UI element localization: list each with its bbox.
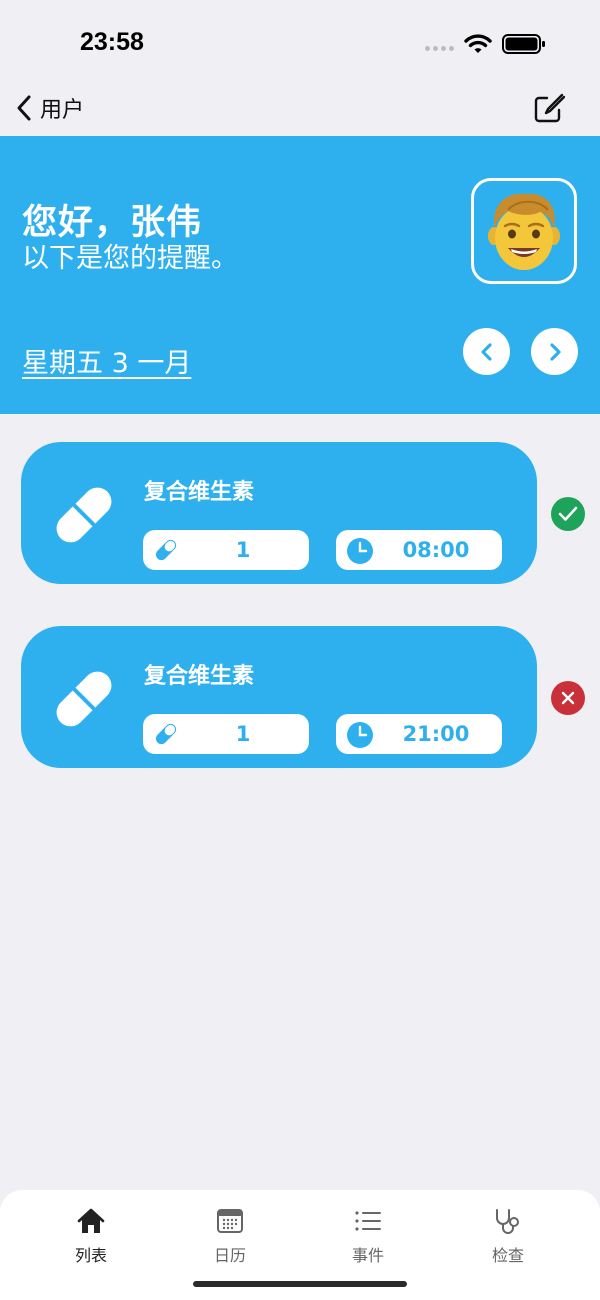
- dose-value: 1: [235, 722, 251, 746]
- home-indicator[interactable]: [193, 1281, 407, 1287]
- previous-day-button[interactable]: [463, 328, 510, 375]
- tab-events[interactable]: 事件: [318, 1208, 418, 1266]
- calendar-icon: [217, 1209, 243, 1233]
- battery-icon: [502, 34, 545, 54]
- medication-name: 复合维生素: [144, 664, 255, 689]
- dose-chip: 1: [143, 714, 309, 754]
- list-icon: [355, 1211, 381, 1231]
- time-value: 21:00: [402, 722, 470, 746]
- medication-name: 复合维生素: [144, 480, 255, 505]
- home-icon: [77, 1208, 105, 1233]
- chevron-left-icon: [17, 95, 31, 121]
- pill-icon: [56, 487, 112, 543]
- tab-list[interactable]: 列表: [41, 1208, 141, 1266]
- time-chip: 08:00: [336, 530, 502, 570]
- signal-dots-icon: [425, 46, 454, 51]
- avatar[interactable]: [471, 178, 577, 284]
- pill-icon: [56, 671, 112, 727]
- tab-calendar[interactable]: 日历: [180, 1208, 280, 1266]
- time-value: 08:00: [402, 538, 470, 562]
- current-date[interactable]: 星期五 3 一月: [22, 341, 191, 380]
- back-label: 用户: [40, 98, 85, 123]
- tab-label: 检查: [491, 1246, 524, 1265]
- chevron-right-icon: [549, 342, 561, 361]
- back-button[interactable]: 用户: [16, 92, 84, 124]
- greeting-subtitle: 以下是您的提醒。: [22, 243, 238, 274]
- taken-status-badge[interactable]: [551, 497, 585, 531]
- dose-chip: 1: [143, 530, 309, 570]
- pill-icon: [155, 723, 177, 745]
- compose-icon: [534, 93, 566, 123]
- reminder-card[interactable]: 复合维生素 1 08:00: [21, 442, 537, 584]
- pill-icon: [155, 539, 177, 561]
- status-bar: 23:58: [0, 0, 600, 88]
- man-emoji-avatar-icon: [488, 193, 560, 270]
- tab-label: 列表: [74, 1246, 107, 1265]
- tab-checkup[interactable]: 检查: [458, 1208, 558, 1266]
- tab-label: 日历: [213, 1246, 246, 1265]
- wifi-icon: [464, 34, 492, 53]
- edit-button[interactable]: [533, 92, 566, 128]
- tab-label: 事件: [351, 1246, 384, 1265]
- x-icon: [561, 691, 575, 705]
- stethoscope-icon: [496, 1209, 519, 1234]
- missed-status-badge[interactable]: [551, 681, 585, 715]
- status-time: 23:58: [80, 28, 144, 56]
- greeting-header: 您好，张伟 以下是您的提醒。 星期五 3 一月: [0, 136, 600, 414]
- dose-value: 1: [235, 538, 251, 562]
- chevron-left-icon: [480, 342, 492, 361]
- next-day-button[interactable]: [531, 328, 578, 375]
- reminder-card[interactable]: 复合维生素 1 21:00: [21, 626, 537, 768]
- checkmark-icon: [558, 506, 578, 521]
- time-chip: 21:00: [336, 714, 502, 754]
- nav-bar: 用户: [0, 88, 600, 136]
